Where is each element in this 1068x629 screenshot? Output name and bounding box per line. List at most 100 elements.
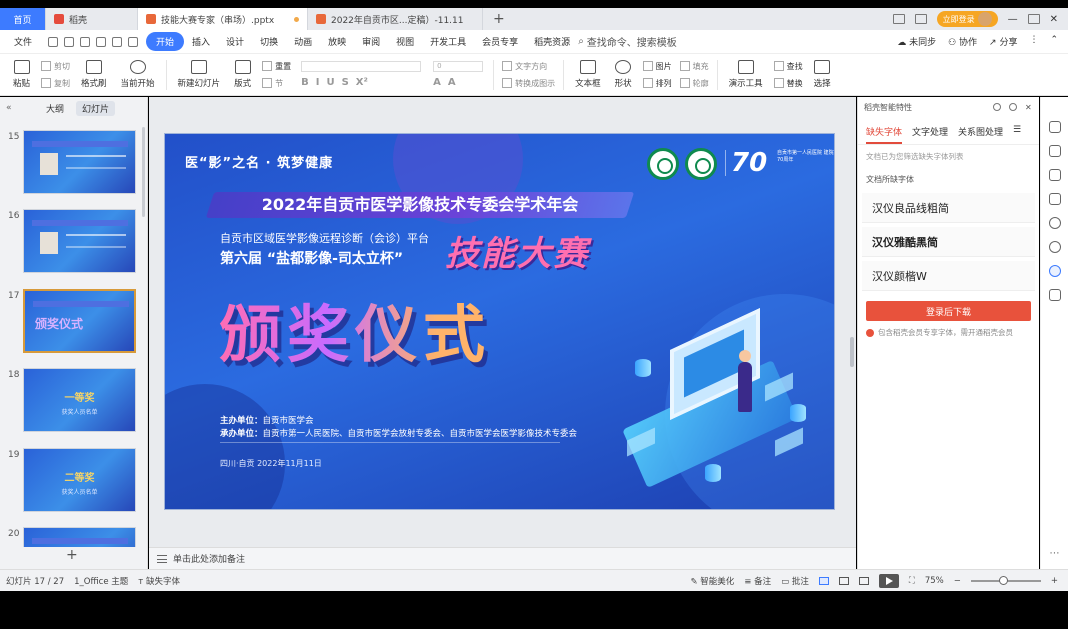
font-card[interactable]: 汉仪颜楷W — [862, 261, 1035, 291]
slide-cohost-line[interactable]: 承办单位：自贡市第一人民医院、自贡市医学会放射专委会、自贡市医学会医学影像技术专… — [220, 427, 577, 439]
font-color-button[interactable]: A — [433, 77, 441, 88]
magic-icon[interactable] — [1048, 121, 1061, 133]
settings-icon[interactable] — [993, 103, 1001, 111]
slide-thumbnail[interactable] — [23, 209, 136, 273]
zoom-level[interactable]: 75% — [925, 576, 944, 586]
new-tab-button[interactable]: + — [483, 8, 515, 30]
clock-icon[interactable] — [1048, 241, 1061, 253]
underline-button[interactable]: U — [326, 77, 334, 88]
sorter-view-icon[interactable] — [838, 576, 849, 585]
more-icon[interactable]: ⋯ — [1050, 548, 1060, 559]
slide-title-banner[interactable]: 2022年自贡市医学影像技术专委会学术年会 — [210, 192, 630, 218]
textbox-button[interactable]: 文本框 — [568, 60, 608, 89]
font-family-select[interactable] — [301, 61, 422, 72]
bold-button[interactable]: B — [301, 77, 309, 88]
zoom-out-button[interactable]: − — [954, 576, 961, 586]
menu-tab-insert[interactable]: 插入 — [184, 35, 218, 48]
export-icon[interactable] — [64, 36, 75, 47]
adjust-icon[interactable] — [1048, 145, 1061, 157]
cut-button[interactable]: 剪切 — [41, 61, 70, 72]
slide-ceremony-title[interactable]: 颁奖仪式 — [219, 284, 491, 374]
add-slide-button[interactable]: + — [66, 547, 78, 563]
convert-smartart-button[interactable]: 转换成图示 — [502, 78, 555, 89]
presenter-tools-button[interactable]: 演示工具 — [722, 60, 770, 89]
section-button[interactable]: 节 — [262, 78, 291, 89]
play-slideshow-button[interactable] — [878, 573, 899, 588]
slide-platform-text[interactable]: 自贡市区域医学影像远程诊断（会诊）平台 — [220, 230, 429, 246]
slide-thumbnail[interactable]: 一等奖 获奖人员名单 — [23, 368, 136, 432]
copy-icon[interactable] — [1048, 193, 1061, 205]
notes-toggle-button[interactable]: ≡ 备注 — [744, 575, 771, 587]
list-menu-icon[interactable]: ☰ — [1013, 125, 1021, 144]
italic-button[interactable]: I — [316, 77, 320, 88]
find-button[interactable]: 查找 — [774, 61, 803, 72]
layout-button[interactable]: 版式 — [227, 60, 258, 89]
shape-button[interactable]: 形状 — [608, 60, 639, 89]
slide-thumbnail-row[interactable]: 15 — [0, 130, 148, 200]
select-button[interactable]: 选择 — [807, 60, 838, 89]
collapse-panel-icon[interactable]: « — [6, 103, 34, 113]
menu-tab-view[interactable]: 视图 — [388, 35, 422, 48]
menu-tab-animation[interactable]: 动画 — [286, 35, 320, 48]
menu-tab-design[interactable]: 设计 — [218, 35, 252, 48]
highlight-button[interactable]: A — [448, 77, 456, 88]
more-icon[interactable]: ⋮ — [1029, 35, 1038, 48]
outline-button[interactable]: 轮廓 — [680, 78, 709, 89]
slide-thumbnail-row[interactable]: 16 — [0, 209, 148, 279]
tab-home[interactable]: 首页 — [0, 8, 46, 30]
theme-name[interactable]: 1_Office 主题 — [74, 575, 128, 587]
font-icon[interactable] — [1048, 265, 1061, 277]
slide-canvas[interactable]: 医“影”之名 · 筑梦健康 70 自贡市第一人民医院 建院70周年 2022年自… — [164, 133, 835, 510]
play-from-current-button[interactable]: 当前开始 — [114, 60, 162, 89]
download-fonts-button[interactable]: 登录后下载 — [866, 301, 1031, 321]
window-icon[interactable] — [914, 14, 927, 24]
layout-icon[interactable] — [892, 14, 905, 24]
tab-slides[interactable]: 幻灯片 — [76, 100, 116, 116]
pin-icon[interactable] — [1048, 169, 1061, 181]
tab-text-processing[interactable]: 文字处理 — [912, 125, 948, 144]
replace-button[interactable]: 替换 — [774, 78, 803, 89]
new-slide-button[interactable]: 新建幻灯片 — [171, 60, 228, 89]
slide-date[interactable]: 四川·自贡 2022年11月11日 — [220, 458, 322, 469]
missing-font-indicator[interactable]: ᴛ 缺失字体 — [138, 575, 180, 587]
tab-diagram-processing[interactable]: 关系图处理 — [958, 125, 1003, 144]
redo-icon[interactable] — [128, 36, 139, 47]
slide-thumbnail-row[interactable]: 20 — [0, 527, 148, 547]
help-icon[interactable] — [1048, 217, 1061, 229]
reading-view-icon[interactable] — [858, 576, 869, 585]
sync-status-button[interactable]: ☁ 未同步 — [897, 35, 936, 48]
slide-host-line[interactable]: 主办单位：自贡市医学会 — [220, 414, 314, 426]
zoom-slider[interactable] — [970, 575, 1041, 585]
font-card[interactable]: 汉仪雅酷黑简 — [862, 227, 1035, 257]
pin-icon[interactable] — [1009, 103, 1017, 111]
format-painter-button[interactable]: 格式刷 — [74, 60, 114, 89]
zoom-slider-knob[interactable] — [998, 575, 1008, 585]
copy-button[interactable]: 复制 — [41, 78, 70, 89]
thumbnail-scrollbar[interactable] — [142, 127, 145, 217]
strikethrough-button[interactable]: S — [342, 77, 349, 88]
slide-thumbnail[interactable] — [23, 527, 136, 547]
close-panel-icon[interactable]: ✕ — [1025, 103, 1033, 112]
close-button[interactable]: ✕ — [1050, 14, 1058, 25]
panel-title[interactable]: 稻壳智能特性 — [864, 102, 912, 113]
arrange-button[interactable]: 排列 — [643, 78, 672, 89]
command-search[interactable]: ⌕ 查找命令、搜索模板 — [578, 34, 677, 49]
menu-tab-developer[interactable]: 开发工具 — [422, 35, 474, 48]
menu-tab-start[interactable]: 开始 — [146, 32, 185, 51]
tab-docer[interactable]: 稻壳 — [46, 8, 138, 30]
tab-missing-fonts[interactable]: 缺失字体 — [866, 125, 903, 144]
slide-thumbnail-row[interactable]: 18 一等奖 获奖人员名单 — [0, 368, 148, 438]
reset-button[interactable]: 重置 — [262, 61, 291, 72]
fit-window-icon[interactable]: ⛶ — [909, 576, 915, 586]
tab-outline[interactable]: 大纲 — [40, 101, 70, 116]
menu-tab-review[interactable]: 审阅 — [354, 35, 388, 48]
slide-contest-text[interactable]: 技能大赛 — [445, 226, 589, 275]
menu-file[interactable]: 文件 — [6, 35, 40, 48]
tab-pptx-active[interactable]: 技能大赛专家（串场）.pptx — [138, 8, 308, 30]
slide-thumbnail[interactable]: 二等奖 获奖人员名单 — [23, 448, 136, 512]
preview-icon[interactable] — [96, 36, 107, 47]
slide-thumbnail[interactable] — [23, 130, 136, 194]
print-icon[interactable] — [80, 36, 91, 47]
menu-tab-docer-resources[interactable]: 稻壳资源 — [526, 35, 578, 48]
share-button[interactable]: ↗ 分享 — [989, 35, 1017, 48]
